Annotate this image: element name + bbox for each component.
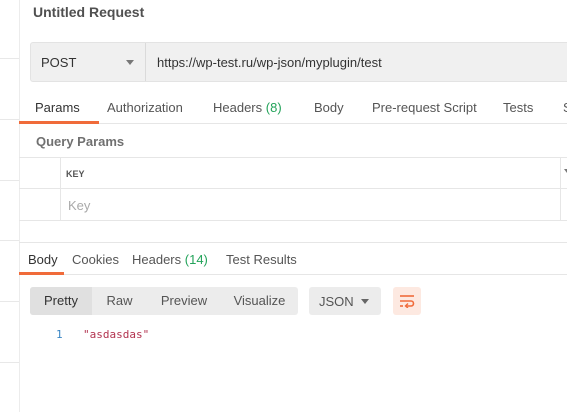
tab-label: S xyxy=(563,100,567,115)
tab-count: (14) xyxy=(184,252,208,267)
sidebar-divider xyxy=(0,301,19,302)
key-column-header: KEY xyxy=(66,169,85,179)
tab-response-headers[interactable]: Headers (14) xyxy=(132,252,208,267)
view-mode-visualize[interactable]: Visualize xyxy=(221,287,298,315)
method-label: POST xyxy=(41,55,77,70)
request-tabs: Params Authorization Headers (8) Body Pr… xyxy=(19,93,567,124)
wrap-lines-icon xyxy=(400,295,415,308)
sidebar-divider xyxy=(0,362,19,363)
code-text: "asdasdas" xyxy=(83,328,150,341)
tab-tests[interactable]: Tests xyxy=(503,100,533,115)
chevron-down-icon xyxy=(126,60,134,65)
tab-label: Body xyxy=(28,252,58,267)
response-divider xyxy=(19,242,567,243)
tab-cookies[interactable]: Cookies xyxy=(72,252,119,267)
tab-test-results[interactable]: Test Results xyxy=(226,252,297,267)
left-sidebar-edge xyxy=(0,0,20,412)
request-title[interactable]: Untitled Request xyxy=(33,4,144,20)
query-params-title: Query Params xyxy=(36,134,125,149)
tab-body[interactable]: Body xyxy=(314,100,344,115)
view-mode-preview[interactable]: Preview xyxy=(147,287,221,315)
format-label: JSON xyxy=(319,294,354,309)
tab-label: Tests xyxy=(503,100,534,115)
tab-pre-request-script[interactable]: Pre-request Script xyxy=(372,100,477,115)
view-mode-pretty[interactable]: Pretty xyxy=(30,287,92,315)
tab-label: Body xyxy=(314,100,344,115)
active-tab-indicator xyxy=(19,272,64,275)
active-tab-indicator xyxy=(19,121,99,124)
query-params-table: KEY Key xyxy=(19,157,567,221)
response-tabs: Body Cookies Headers (14) Test Results xyxy=(19,245,567,275)
line-number: 1 xyxy=(56,328,63,341)
tab-label: Headers xyxy=(213,100,263,115)
tab-label: Test Results xyxy=(226,252,297,267)
sidebar-divider xyxy=(0,119,19,120)
url-input[interactable]: https://wp-test.ru/wp-json/myplugin/test xyxy=(157,55,382,70)
view-mode-raw[interactable]: Raw xyxy=(92,287,147,315)
tab-label: Pre-request Script xyxy=(372,100,477,115)
method-select[interactable]: POST xyxy=(31,43,146,81)
key-input[interactable]: Key xyxy=(68,198,90,213)
view-mode-group: Pretty Raw Preview Visualize xyxy=(30,287,298,315)
tab-authorization[interactable]: Authorization xyxy=(107,100,183,115)
tab-label: Params xyxy=(35,100,80,115)
url-bar: POST https://wp-test.ru/wp-json/myplugin… xyxy=(30,42,567,82)
column-divider xyxy=(60,158,61,220)
tab-params[interactable]: Params xyxy=(35,100,80,115)
tab-count: (8) xyxy=(265,100,282,115)
tab-label: Authorization xyxy=(107,100,183,115)
tab-settings[interactable]: S xyxy=(563,100,567,115)
tab-headers[interactable]: Headers (8) xyxy=(213,100,282,115)
sidebar-divider xyxy=(0,240,19,241)
sidebar-divider xyxy=(0,58,19,59)
tab-response-body[interactable]: Body xyxy=(28,252,58,267)
column-divider xyxy=(560,158,561,220)
tab-label: Headers xyxy=(132,252,182,267)
sidebar-divider xyxy=(0,180,19,181)
tab-label: Cookies xyxy=(72,252,119,267)
wrap-lines-button[interactable] xyxy=(393,287,421,315)
format-select[interactable]: JSON xyxy=(309,287,381,315)
chevron-down-icon xyxy=(361,299,369,304)
table-header-row xyxy=(19,158,567,189)
